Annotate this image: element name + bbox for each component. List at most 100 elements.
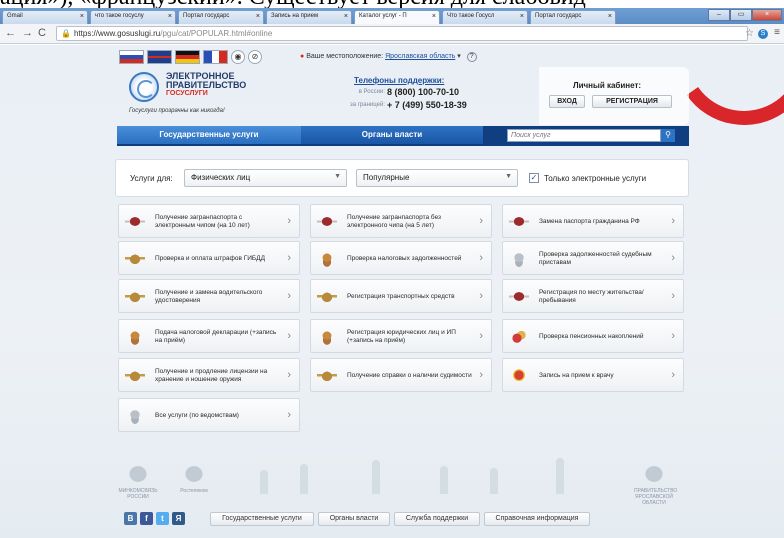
browser-tab[interactable]: что такое госуслу ×	[90, 10, 176, 24]
reload-icon[interactable]: C	[38, 27, 46, 39]
chevron-right-icon: ›	[479, 215, 483, 227]
browser-toolbar: ← → C 🔒 https://www.gosuslugi.ru/pgu/cat/…	[0, 24, 784, 44]
minimize-icon[interactable]: –	[708, 9, 730, 21]
rostelecom-logo[interactable]: Ростелеком	[174, 462, 214, 494]
close-window-icon[interactable]: ×	[752, 9, 782, 21]
close-tab-icon[interactable]: ×	[80, 13, 84, 20]
browser-tab[interactable]: Запись на прием ×	[266, 10, 352, 24]
chevron-right-icon: ›	[479, 252, 483, 264]
service-tile[interactable]: Регистрация юридических лиц и ИП (+запис…	[310, 319, 492, 353]
close-tab-icon[interactable]: ×	[608, 13, 612, 20]
service-tile[interactable]: Запись на прием к врачу ›	[502, 358, 684, 392]
service-tile[interactable]: Регистрация транспортных средств ›	[310, 279, 492, 313]
search-area: ⚲	[483, 126, 689, 146]
passport-icon	[509, 213, 529, 230]
close-tab-icon[interactable]: ×	[256, 13, 260, 20]
lock-icon: 🔒	[61, 29, 71, 38]
service-tile[interactable]: Проверка пенсионных накоплений ›	[502, 319, 684, 353]
all-services-tile[interactable]: Все услуги (по ведомствам) ›	[118, 398, 300, 432]
forward-arrow-icon[interactable]: →	[22, 27, 33, 39]
service-tile[interactable]: Получение и замена водительского удостов…	[118, 279, 300, 313]
close-tab-icon[interactable]: ×	[432, 13, 436, 20]
back-arrow-icon[interactable]: ←	[5, 27, 16, 39]
location-pin-icon: ●	[300, 53, 305, 60]
coat-of-arms-icon	[317, 250, 337, 267]
bookmark-star-icon[interactable]: ☆	[745, 28, 754, 39]
browser-tab[interactable]: Что такое Госусл ×	[442, 10, 528, 24]
help-icon[interactable]: ?	[466, 52, 477, 62]
browser-menu-icon[interactable]: ≡	[774, 27, 780, 38]
chevron-down-icon[interactable]: ▾	[457, 53, 461, 60]
service-tile[interactable]: Проверка и оплата штрафов ГИБДД ›	[118, 241, 300, 275]
service-tile[interactable]: Проверка задолженностей судебным пристав…	[502, 241, 684, 275]
service-tile[interactable]: Подача налоговой декларации (+запись на …	[118, 319, 300, 353]
footer-link-authorities[interactable]: Органы власти	[318, 512, 390, 526]
yandex-icon[interactable]: Я	[172, 512, 185, 525]
login-button[interactable]: ВХОД	[549, 95, 585, 108]
footer-link-reference[interactable]: Справочная информация	[484, 512, 590, 526]
footer-link-support[interactable]: Служба поддержки	[394, 512, 480, 526]
vkontakte-icon[interactable]: B	[124, 512, 137, 525]
chevron-right-icon: ›	[479, 330, 483, 342]
eagle-icon	[125, 288, 145, 305]
accessibility-search-icon[interactable]: ⊘	[248, 50, 262, 64]
eagle-icon	[317, 288, 337, 305]
french-flag-icon[interactable]	[203, 50, 228, 64]
chevron-down-icon: ▼	[334, 173, 341, 180]
footer-link-services[interactable]: Государственные услуги	[210, 512, 314, 526]
nav-tab-authorities[interactable]: Органы власти	[301, 126, 483, 144]
ministry-logo[interactable]: МИНКОМСВЯЗЬ РОССИИ	[118, 462, 158, 500]
search-icon[interactable]: ⚲	[661, 129, 675, 142]
browser-tab[interactable]: Портал государс ×	[530, 10, 616, 24]
eagle-icon	[317, 367, 337, 384]
close-tab-icon[interactable]: ×	[168, 13, 172, 20]
maximize-icon[interactable]: ▭	[730, 9, 752, 21]
close-tab-icon[interactable]: ×	[520, 13, 524, 20]
chevron-right-icon: ›	[671, 330, 675, 342]
site-header: ◉ ⊘ ● Ваше местоположение: Ярославская о…	[117, 46, 689, 126]
twitter-icon[interactable]: t	[156, 512, 169, 525]
address-bar[interactable]: 🔒 https://www.gosuslugi.ru/pgu/cat/POPULA…	[56, 26, 748, 41]
service-tile[interactable]: Получение загранпаспорта без электронног…	[310, 204, 492, 238]
passport-icon	[125, 213, 145, 230]
regional-emblem-icon	[641, 462, 667, 486]
browser-tab[interactable]: Портал государс ×	[178, 10, 264, 24]
register-button[interactable]: РЕГИСТРАЦИЯ	[592, 95, 672, 108]
extension-icon[interactable]: S	[758, 29, 768, 39]
coat-of-arms-gray-icon	[125, 407, 145, 424]
main-nav: Государственные услуги Органы власти ⚲	[117, 126, 689, 146]
browser-tab-active[interactable]: Каталог услуг - П ×	[354, 10, 440, 24]
service-tile[interactable]: Получение загранпаспорта с электронным ч…	[118, 204, 300, 238]
sort-select[interactable]: Популярные ▼	[356, 169, 518, 187]
service-catalog: Услуги для: Физических лиц ▼ Популярные ▼ …	[110, 152, 689, 442]
service-tile[interactable]: Замена паспорта гражданина РФ ›	[502, 204, 684, 238]
chevron-down-icon: ▼	[505, 173, 512, 180]
facebook-icon[interactable]: f	[140, 512, 153, 525]
region-link[interactable]: Ярославская область	[385, 53, 455, 60]
personal-cabinet: Личный кабинет: ВХОД РЕГИСТРАЦИЯ	[539, 67, 689, 125]
service-tile[interactable]: Регистрация по месту жительства/пребыван…	[502, 279, 684, 313]
browser-tab[interactable]: Gmail ×	[2, 10, 88, 24]
russian-flag-icon[interactable]	[119, 50, 144, 64]
service-tile[interactable]: Проверка налоговых задолженностей ›	[310, 241, 492, 275]
accessibility-eye-icon[interactable]: ◉	[231, 50, 245, 64]
support-row: за границей: + 7 (499) 550-18-39	[349, 100, 467, 110]
support-title[interactable]: Телефоны поддержки:	[354, 76, 473, 85]
search-input[interactable]	[507, 129, 661, 142]
chevron-right-icon: ›	[287, 369, 291, 381]
service-tile[interactable]: Получение и продление лицензии на хранен…	[118, 358, 300, 392]
nav-tab-services[interactable]: Государственные услуги	[117, 126, 301, 144]
close-tab-icon[interactable]: ×	[344, 13, 348, 20]
electronic-only-checkbox[interactable]: ✓	[529, 173, 539, 183]
german-flag-icon[interactable]	[175, 50, 200, 64]
audience-select[interactable]: Физических лиц ▼	[184, 169, 347, 187]
passport-icon	[509, 288, 529, 305]
passport-icon	[317, 213, 337, 230]
social-links: B f t Я	[124, 512, 185, 525]
regional-government-logo[interactable]: ПРАВИТЕЛЬСТВО ЯРОСЛАВСКОЙ ОБЛАСТИ	[634, 462, 677, 506]
site-logo[interactable]: ЭЛЕКТРОННОЕ ПРАВИТЕЛЬСТВО ГОСУСЛУГИ Госус…	[129, 70, 259, 118]
eagle-icon	[125, 250, 145, 267]
english-flag-icon[interactable]	[147, 50, 172, 64]
service-tile[interactable]: Получение справки о наличии судимости ›	[310, 358, 492, 392]
gosuslugi-emblem-icon	[129, 72, 159, 102]
